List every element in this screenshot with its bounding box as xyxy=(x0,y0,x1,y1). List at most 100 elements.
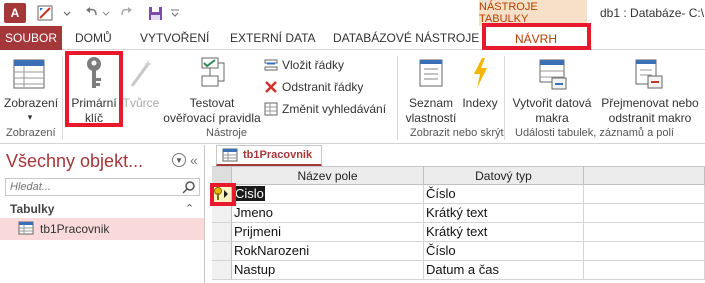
nav-pane-title[interactable]: Všechny objekt... xyxy=(6,151,143,172)
delete-rows-label: Odstranit řádky xyxy=(282,80,364,94)
tab-home[interactable]: DOMŮ xyxy=(75,26,112,50)
row-selector[interactable] xyxy=(212,223,232,242)
nav-item-table[interactable]: tb1Pracovnik xyxy=(0,218,204,240)
modify-lookups-button[interactable]: Změnit vyhledávání xyxy=(264,100,386,118)
test-validation-label-2: ověřovací pravidla xyxy=(163,111,261,125)
key-icon xyxy=(82,56,106,93)
table-row-type[interactable]: Číslo xyxy=(424,185,584,204)
field-name: Cislo xyxy=(234,186,265,201)
tab-design[interactable]: NÁVRH xyxy=(482,26,590,50)
primary-key-button[interactable]: Primární klíč xyxy=(68,54,120,125)
collapse-section-icon[interactable]: ⌃ xyxy=(185,202,194,215)
table-row-type[interactable]: Datum a čas xyxy=(424,261,584,280)
modify-lookups-icon xyxy=(264,102,278,116)
row-selector-primary-key[interactable] xyxy=(212,185,232,204)
create-data-macros-label-1: Vytvořit datová xyxy=(512,96,592,110)
views-button[interactable]: Zobrazení ▾ xyxy=(4,54,59,124)
test-validation-rules-button[interactable]: Testovat ověřovací pravidla xyxy=(162,54,262,125)
delete-rows-button[interactable]: Odstranit řádky xyxy=(264,78,363,96)
row-selector[interactable] xyxy=(212,242,232,261)
tab-database-tools[interactable]: DATABÁZOVÉ NÁSTROJE xyxy=(333,26,479,50)
table-row-description[interactable] xyxy=(584,242,705,261)
table-row-description[interactable] xyxy=(584,223,705,242)
indexes-icon xyxy=(470,56,490,93)
rename-delete-macro-button[interactable]: Přejmenovat nebo odstranit makro xyxy=(598,54,702,125)
primary-key-row-icon xyxy=(214,187,228,200)
create-data-macros-button[interactable]: Vytvořit datová makra xyxy=(506,54,598,125)
qat-menu-icon[interactable] xyxy=(168,3,182,23)
primary-key-label-2: klíč xyxy=(85,111,103,125)
window-title: db1 : Databáze- C:\ xyxy=(600,6,705,20)
rename-macro-icon xyxy=(634,58,664,93)
tools-group-label: Nástroje xyxy=(206,127,247,139)
customize-dropdown-icon[interactable] xyxy=(60,3,74,23)
table-row-field[interactable]: Nastup xyxy=(232,261,424,280)
table-row-field[interactable]: Cislo xyxy=(232,185,424,204)
wand-icon xyxy=(128,58,154,91)
separator xyxy=(504,56,505,140)
column-header-description xyxy=(584,167,705,185)
nav-section-tables[interactable]: Tabulky xyxy=(10,202,54,216)
data-macro-icon xyxy=(538,58,568,93)
show-hide-group-label: Zobrazit nebo skrýt xyxy=(410,127,504,139)
column-header-field-name: Název pole xyxy=(232,167,424,185)
validation-rules-icon xyxy=(198,56,228,93)
table-icon xyxy=(222,148,238,162)
separator xyxy=(397,56,398,140)
redo-icon[interactable] xyxy=(116,3,136,23)
table-row-description[interactable] xyxy=(584,261,705,280)
document-tab-label: tb1Pracovnik xyxy=(243,149,313,161)
save-icon[interactable] xyxy=(145,3,165,23)
property-sheet-label-1: Seznam xyxy=(408,96,454,110)
table-row-type[interactable]: Krátký text xyxy=(424,223,584,242)
events-group-label: Události tabulek, záznamů a polí xyxy=(515,127,674,139)
ribbon: Zobrazení ▾ Zobrazení Primární klíč Tvůr… xyxy=(0,50,705,144)
table-row-type[interactable]: Krátký text xyxy=(424,204,584,223)
tab-file[interactable]: SOUBOR xyxy=(0,26,62,50)
table-row-field[interactable]: Jmeno xyxy=(232,204,424,223)
select-all-corner[interactable] xyxy=(212,167,232,185)
views-dropdown-icon: ▾ xyxy=(27,112,33,122)
table-row-type[interactable]: Číslo xyxy=(424,242,584,261)
table-row-description[interactable] xyxy=(584,185,705,204)
views-icon xyxy=(12,58,46,93)
table-row-description[interactable] xyxy=(584,204,705,223)
views-label: Zobrazení xyxy=(4,96,59,110)
primary-key-label-1: Primární xyxy=(71,96,117,110)
document-area: tb1Pracovnik Název pole Datový typ Cislo… xyxy=(212,145,705,283)
views-group-label: Zobrazení xyxy=(6,127,56,139)
nav-search-input[interactable] xyxy=(6,179,176,195)
table-row-field[interactable]: Prijmeni xyxy=(232,223,424,242)
undo-dropdown-icon[interactable] xyxy=(100,3,112,23)
row-selector[interactable] xyxy=(212,261,232,280)
create-data-macros-label-2: makra xyxy=(535,111,569,125)
property-sheet-icon xyxy=(418,58,444,91)
insert-rows-icon xyxy=(264,58,278,72)
property-sheet-label-2: vlastností xyxy=(405,111,457,125)
insert-rows-button[interactable]: Vložit řádky xyxy=(264,56,344,74)
row-selector[interactable] xyxy=(212,204,232,223)
table-row-field[interactable]: RokNarozeni xyxy=(232,242,424,261)
property-sheet-button[interactable]: Seznam vlastností xyxy=(402,54,460,125)
document-tab[interactable]: tb1Pracovnik xyxy=(216,145,322,166)
ribbon-tabs: SOUBOR DOMŮ VYTVOŘENÍ EXTERNÍ DATA DATAB… xyxy=(0,26,705,50)
title-bar: A NÁSTROJE TABULKY db1 : Databáze- C:\ xyxy=(0,0,705,26)
indexes-button[interactable]: Indexy xyxy=(460,54,500,124)
design-view-icon[interactable] xyxy=(34,3,56,23)
search-icon[interactable] xyxy=(182,180,196,197)
rename-macro-label-1: Přejmenovat nebo xyxy=(601,96,699,110)
indexes-label: Indexy xyxy=(462,96,498,110)
undo-icon[interactable] xyxy=(82,3,102,23)
tab-external-data[interactable]: EXTERNÍ DATA xyxy=(230,26,316,50)
column-header-data-type: Datový typ xyxy=(424,167,584,185)
nav-collapse-icon[interactable]: « xyxy=(190,152,198,168)
rename-macro-label-2: odstranit makro xyxy=(608,111,692,125)
insert-rows-label: Vložit řádky xyxy=(282,58,345,72)
nav-menu-dropdown-icon[interactable]: ▼ xyxy=(172,153,186,167)
tab-create[interactable]: VYTVOŘENÍ xyxy=(140,26,209,50)
table-icon xyxy=(18,221,34,238)
nav-item-label: tb1Pracovnik xyxy=(40,222,110,236)
builder-button[interactable]: Tvůrce xyxy=(122,54,160,124)
navigation-pane: Všechny objekt... ▼ « Tabulky ⌃ tb1Praco… xyxy=(0,145,205,283)
builder-label: Tvůrce xyxy=(122,96,160,110)
